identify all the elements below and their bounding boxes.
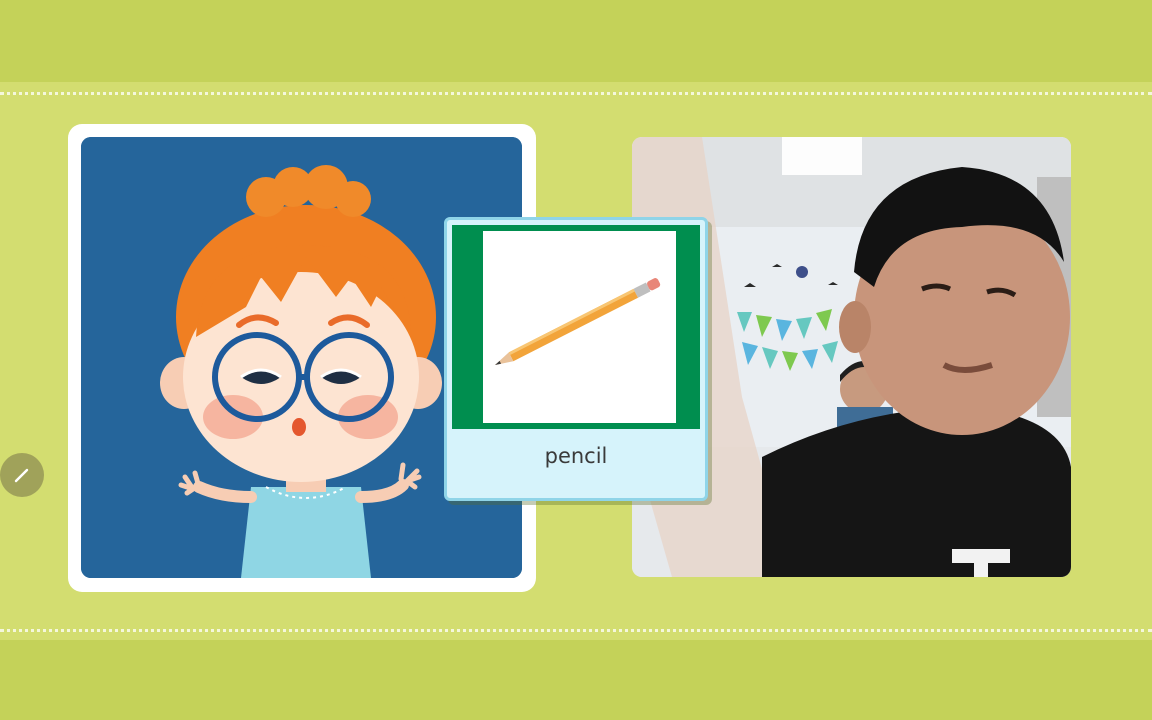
pencil-icon: [14, 468, 29, 483]
vocab-card[interactable]: pencil: [444, 217, 708, 501]
vocab-word: pencil: [544, 444, 608, 468]
dotted-divider-bottom: [0, 629, 1152, 632]
vocab-image-frame: [452, 225, 700, 429]
bottom-band: [0, 640, 1152, 720]
pencil-image: [495, 278, 661, 365]
vocab-image: [483, 231, 676, 423]
dotted-divider-top: [0, 92, 1152, 95]
pencil-tool-button[interactable]: [0, 453, 44, 497]
top-band: [0, 0, 1152, 82]
